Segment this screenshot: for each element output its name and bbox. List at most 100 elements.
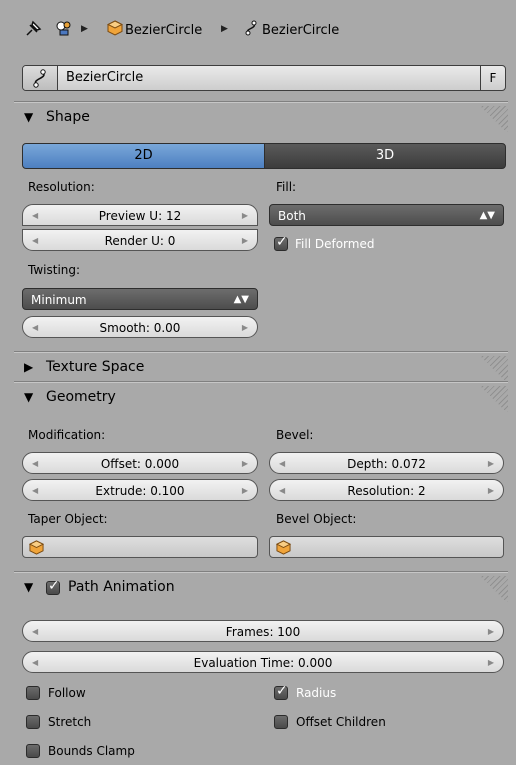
bevel-object-field[interactable]: [269, 536, 504, 558]
dimension-2d-button[interactable]: 2D: [22, 143, 265, 169]
drag-grip-icon[interactable]: [478, 106, 508, 132]
field-value: Extrude: 0.100: [95, 484, 185, 498]
decrement-icon[interactable]: ◀: [32, 205, 38, 227]
scene-icon: [55, 19, 73, 41]
bevel-depth-field[interactable]: ◀ Depth: 0.072 ▶: [269, 452, 504, 474]
drag-grip-icon[interactable]: [478, 356, 508, 382]
object-icon: [106, 20, 124, 40]
path-animation-enable-checkbox[interactable]: [46, 578, 60, 595]
curve-browse-button[interactable]: [23, 66, 58, 90]
field-value: Offset: 0.000: [100, 457, 180, 471]
increment-icon[interactable]: ▶: [242, 205, 248, 227]
radius-checkbox[interactable]: [274, 683, 288, 700]
smooth-field[interactable]: ◀ Smooth: 0.00 ▶: [22, 316, 258, 338]
resolution-label: Resolution:: [28, 180, 95, 194]
taper-object-field[interactable]: [22, 536, 258, 558]
bevel-resolution-field[interactable]: ◀ Resolution: 2 ▶: [269, 479, 504, 501]
geometry-panel-header[interactable]: ▼ Geometry: [14, 386, 508, 412]
taper-object-label: Taper Object:: [28, 512, 108, 526]
render-u-field[interactable]: ◀ Render U: 0 ▶: [22, 229, 258, 251]
expanded-triangle-icon: ▼: [24, 110, 34, 124]
decrement-icon[interactable]: ◀: [32, 480, 38, 502]
increment-icon[interactable]: ▶: [488, 621, 494, 643]
stretch-checkbox[interactable]: [26, 715, 40, 729]
field-value: Resolution: 2: [347, 484, 426, 498]
dropdown-value: Both: [278, 209, 306, 223]
decrement-icon[interactable]: ◀: [279, 480, 285, 502]
fill-deformed-checkbox[interactable]: [274, 234, 288, 251]
datablock-name[interactable]: BezierCircle: [66, 70, 143, 85]
modification-label: Modification:: [28, 428, 106, 442]
offset-children-checkbox[interactable]: [274, 715, 288, 729]
increment-icon[interactable]: ▶: [488, 453, 494, 475]
fake-user-button[interactable]: F: [480, 66, 505, 90]
field-value: Depth: 0.072: [347, 457, 426, 471]
breadcrumb-object: BezierCircle: [125, 23, 203, 38]
fill-mode-dropdown[interactable]: Both ▲▼: [269, 204, 504, 226]
pin-icon[interactable]: [24, 20, 42, 42]
panel-title: Texture Space: [46, 359, 145, 375]
up-down-arrows-icon: ▲▼: [233, 294, 249, 305]
breadcrumb-arrow-icon: ▶: [81, 24, 88, 34]
decrement-icon[interactable]: ◀: [32, 230, 38, 252]
bounds-clamp-label: Bounds Clamp: [48, 744, 135, 758]
texture-space-panel-header[interactable]: ▶ Texture Space: [14, 356, 508, 382]
expanded-triangle-icon: ▼: [24, 390, 34, 404]
preview-u-field[interactable]: ◀ Preview U: 12 ▶: [22, 204, 258, 226]
object-icon: [276, 540, 291, 555]
drag-grip-icon[interactable]: [478, 576, 508, 602]
offset-children-label: Offset Children: [296, 715, 386, 729]
frames-field[interactable]: ◀ Frames: 100 ▶: [22, 620, 504, 642]
decrement-icon[interactable]: ◀: [32, 453, 38, 475]
collapsed-triangle-icon: ▶: [24, 360, 34, 374]
panel-title: Shape: [46, 109, 90, 125]
bevel-object-label: Bevel Object:: [276, 512, 357, 526]
dimension-3d-button[interactable]: 3D: [264, 143, 506, 169]
fill-deformed-label: Fill Deformed: [295, 237, 375, 251]
panel-divider: [14, 571, 508, 573]
expanded-triangle-icon: ▼: [24, 580, 34, 594]
breadcrumb-arrow-icon: ▶: [221, 24, 228, 34]
dropdown-value: Minimum: [31, 293, 87, 307]
increment-icon[interactable]: ▶: [242, 230, 248, 252]
bevel-label: Bevel:: [276, 428, 314, 442]
decrement-icon[interactable]: ◀: [32, 317, 38, 339]
increment-icon[interactable]: ▶: [242, 453, 248, 475]
field-value: Frames: 100: [225, 625, 301, 639]
evaluation-time-field[interactable]: ◀ Evaluation Time: 0.000 ▶: [22, 651, 504, 673]
drag-grip-icon[interactable]: [478, 386, 508, 412]
panel-title: Geometry: [46, 389, 116, 405]
up-down-arrows-icon: ▲▼: [479, 210, 495, 221]
decrement-icon[interactable]: ◀: [32, 652, 38, 674]
curve-data-icon: [244, 20, 260, 40]
properties-editor: ▶ BezierCircle ▶ BezierCircle BezierCirc…: [0, 0, 516, 765]
bounds-clamp-checkbox[interactable]: [26, 744, 40, 758]
panel-divider: [14, 351, 508, 353]
stretch-label: Stretch: [48, 715, 92, 729]
radius-label: Radius: [296, 686, 337, 700]
increment-icon[interactable]: ▶: [488, 480, 494, 502]
increment-icon[interactable]: ▶: [242, 480, 248, 502]
curve-data-icon: [33, 69, 46, 88]
follow-checkbox[interactable]: [26, 686, 40, 700]
fill-label: Fill:: [276, 180, 297, 194]
extrude-field[interactable]: ◀ Extrude: 0.100 ▶: [22, 479, 258, 501]
twisting-dropdown[interactable]: Minimum ▲▼: [22, 288, 258, 310]
increment-icon[interactable]: ▶: [488, 652, 494, 674]
curve-datablock-selector[interactable]: BezierCircle F: [22, 65, 506, 91]
twisting-label: Twisting:: [28, 263, 81, 277]
field-value: Evaluation Time: 0.000: [193, 656, 333, 670]
panel-title: Path Animation: [68, 579, 175, 595]
field-value: Preview U: 12: [98, 209, 182, 223]
increment-icon[interactable]: ▶: [242, 317, 248, 339]
decrement-icon[interactable]: ◀: [279, 453, 285, 475]
follow-label: Follow: [48, 686, 86, 700]
shape-panel-header[interactable]: ▼ Shape: [14, 106, 508, 132]
decrement-icon[interactable]: ◀: [32, 621, 38, 643]
object-icon: [29, 540, 44, 555]
context-header: ▶ BezierCircle ▶ BezierCircle: [0, 0, 516, 60]
offset-field[interactable]: ◀ Offset: 0.000 ▶: [22, 452, 258, 474]
panel-divider: [14, 101, 508, 103]
breadcrumb-data: BezierCircle: [262, 23, 340, 38]
path-animation-panel-header[interactable]: ▼ Path Animation: [14, 576, 508, 602]
